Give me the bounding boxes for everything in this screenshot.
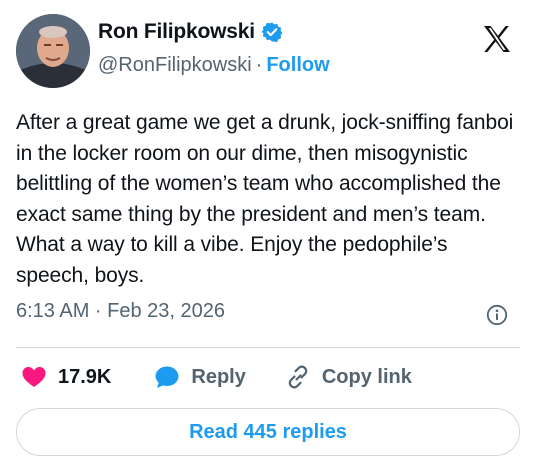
tweet-card: Ron Filipkowski @RonFilipkowski · Follow A… bbox=[0, 0, 536, 476]
author-name-row: Ron Filipkowski bbox=[98, 20, 283, 44]
tweet-text: After a great game we get a drunk, jock-… bbox=[16, 111, 514, 287]
like-count: 17.9K bbox=[58, 365, 112, 388]
author-handle-row: @RonFilipkowski · Follow bbox=[98, 54, 330, 77]
avatar-portrait-icon bbox=[16, 14, 90, 88]
tweet-timestamp[interactable]: 6:13 AM · Feb 23, 2026 bbox=[16, 300, 225, 323]
info-icon[interactable] bbox=[486, 304, 508, 326]
tweet-actions: 17.9K Reply Copy link bbox=[16, 362, 520, 392]
x-logo-icon[interactable] bbox=[482, 24, 512, 54]
author-handle[interactable]: @RonFilipkowski bbox=[98, 54, 252, 76]
speech-bubble-icon bbox=[153, 363, 181, 391]
copy-link-label: Copy link bbox=[321, 365, 412, 388]
divider bbox=[16, 347, 520, 348]
read-replies-button[interactable]: Read 445 replies bbox=[16, 408, 520, 456]
verified-badge-icon bbox=[261, 21, 283, 43]
follow-button[interactable]: Follow bbox=[266, 54, 329, 76]
heart-icon bbox=[20, 363, 48, 391]
author-name[interactable]: Ron Filipkowski bbox=[98, 20, 255, 44]
separator-dot: · bbox=[255, 54, 263, 76]
tweet-header: Ron Filipkowski @RonFilipkowski · Follow bbox=[16, 14, 520, 90]
author-avatar[interactable] bbox=[16, 14, 90, 88]
reply-label: Reply bbox=[191, 365, 246, 388]
read-replies-label: Read 445 replies bbox=[189, 420, 347, 443]
copy-link-button[interactable]: Copy link bbox=[284, 363, 412, 391]
link-icon bbox=[284, 363, 312, 391]
like-button[interactable]: 17.9K bbox=[20, 363, 111, 391]
reply-button[interactable]: Reply bbox=[153, 363, 246, 391]
